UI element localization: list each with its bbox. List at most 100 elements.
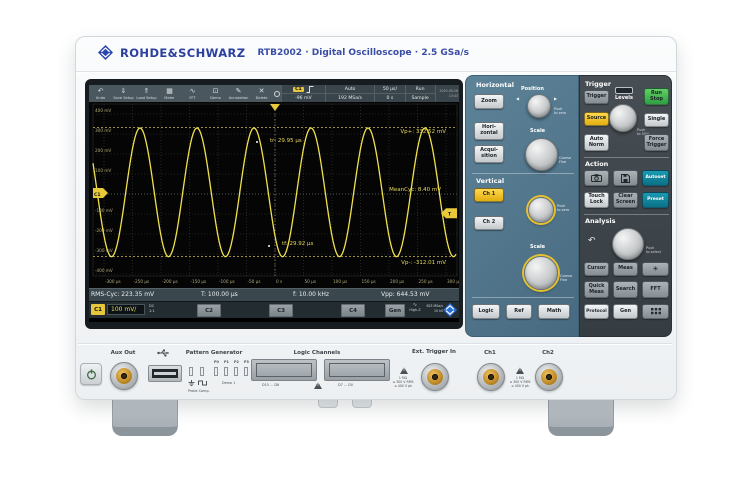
status-run-state[interactable]: Run [406,85,435,93]
oscilloscope-device: ROHDE&SCHWARZ RTB2002 · Digital Oscillos… [75,36,677,400]
status-horizontal-position[interactable]: 0 s [375,93,405,102]
aux-out-connector [110,362,138,390]
channel-warning: 1 MΩ ≤ 300 V RMS ≤ 400 V pk [509,376,531,389]
square-wave-icon [198,380,207,386]
toolbar-item-label: FFT [189,95,196,100]
svg-text:-150 µs: -150 µs [191,279,207,284]
aux-out-label: Aux Out [110,350,136,356]
meas-button[interactable]: Meas [613,262,638,276]
analysis-section-title: Analysis [585,217,616,225]
status-trigger-level[interactable]: -96 mV [282,93,325,102]
svg-text:Vp+: 332.52 mV: Vp+: 332.52 mV [400,129,446,135]
vertical-position-knob[interactable] [528,197,554,223]
toolbar-annotation[interactable]: ✎ Annotation [227,85,250,102]
autoset-button[interactable]: Autoset [642,170,669,186]
quick-meas-button[interactable]: Quick Meas [584,281,609,298]
back-arrow-icon[interactable]: ↶ [588,236,596,246]
protocol-button[interactable]: Protocol [584,304,609,319]
svg-text:250 µs: 250 µs [419,279,433,284]
vertical-scale-label: Scale [530,244,546,250]
status-timebase[interactable]: 50 µs/ [375,85,404,93]
toolbar-demo[interactable]: ⊡ Demo [204,85,227,102]
channel-badge-c4[interactable]: C4 [341,304,365,317]
svg-text:MeanCyc: 8.40 mV: MeanCyc: 8.40 mV [389,187,441,193]
toolbar-delete[interactable]: ✕ Delete [250,85,273,102]
svg-text:-100 µs: -100 µs [219,279,235,284]
ref-button[interactable]: Ref [506,304,532,319]
trigger-source-button[interactable]: Source [584,112,609,126]
channel-badge-c2[interactable]: C2 [197,304,221,317]
gen-button[interactable]: Gen [613,304,638,319]
power-button[interactable] [80,363,102,385]
svg-text:100 mV: 100 mV [95,168,111,173]
meter-icon: ▦ [166,86,173,95]
math-button[interactable]: Math [538,304,570,319]
navigation-knob[interactable] [612,228,644,260]
channel-badge-c1[interactable]: C1 [91,304,105,315]
vertical-scale-knob[interactable] [524,256,558,290]
horizontal-position-hint: Push to zero [554,107,567,116]
pattern-pin-label: P1 [224,360,229,364]
trigger-menu-button[interactable]: Trigger [584,90,609,104]
ch2-connector [535,363,563,391]
logic-pod2-connector [324,359,390,381]
save-recall-button[interactable] [613,170,638,186]
touchscreen[interactable]: ↶ Undo ⇓ Save Setup ⇑ Load Setup ▦ Meter ∿ FFT ⊡ De… [89,85,459,322]
auto-norm-button[interactable]: Auto Norm [584,134,609,151]
acquisition-button[interactable]: Acqui- sition [474,145,504,163]
section-divider [584,214,669,215]
pattern-pin-label: P2 [234,360,239,364]
status-acquisition-mode[interactable]: Sample [405,93,435,102]
svg-text:100 µs: 100 µs [333,279,347,284]
touch-lock-button[interactable]: Touch Lock [584,192,609,208]
intensity-button[interactable]: ☀ [642,262,669,276]
svg-text:-300 mV: -300 mV [95,248,113,253]
demo-label: Demo 1 [222,381,236,385]
keypad-button[interactable] [642,304,669,319]
gen-load: High-Z [409,307,421,312]
gen-badge[interactable]: Gen [385,304,405,317]
ch2-button[interactable]: Ch 2 [474,216,504,230]
toolbar-load-setup[interactable]: ⇑ Load Setup [135,85,158,102]
run-stop-button[interactable]: Run Stop [644,88,669,105]
ext-trigger-warning: 1 MΩ ≤ 300 V RMS ≤ 400 V pk [392,376,414,389]
cursor-button[interactable]: Cursor [584,262,609,276]
graticule-svg: -300 µs -250 µs -200 µs -150 µs -100 µs -50 µ… [92,103,459,284]
fft-button[interactable]: FFT [642,281,669,298]
toolbar-save-setup[interactable]: ⇓ Save Setup [112,85,135,102]
channel-badge-c3[interactable]: C3 [269,304,293,317]
toolbar-fft[interactable]: ∿ FFT [181,85,204,102]
horizontal-position-knob[interactable] [527,94,551,118]
horizontal-scale-hint: Coarse Fine [559,156,572,165]
ext-trigger-label: Ext. Trigger In [412,349,456,355]
search-button[interactable]: Search [613,281,638,298]
probe-ratio: 1:1 [149,308,155,313]
single-button[interactable]: Single [644,113,669,127]
horizontal-menu-button[interactable]: Hori- zontal [474,122,504,140]
status-sample-rate[interactable]: 192 MSa/s [325,93,375,102]
status-trigger-source[interactable]: C1 [282,85,325,93]
clear-screen-button[interactable]: Clear Screen [613,192,638,208]
trigger-levels-label: Levels [615,95,633,101]
graticule[interactable]: -300 µs -250 µs -200 µs -150 µs -100 µs -50 µ… [89,102,459,288]
svg-text:0 s: 0 s [276,279,282,284]
channel-c1-scale[interactable]: 100 mV/ [107,304,145,315]
zoom-button[interactable]: Zoom [474,94,504,109]
screenshot-button[interactable] [584,170,609,186]
navigation-knob-hint: Push to select [646,246,662,255]
ch1-button[interactable]: Ch 1 [474,188,504,202]
toolbar-undo[interactable]: ↶ Undo [89,85,112,102]
logic-button[interactable]: Logic [472,304,500,319]
preset-button[interactable]: Preset [642,192,669,208]
panel-horizontal-vertical: Horizontal Zoom Position ◀ ▶ Push to zer… [465,75,579,337]
acquisition-info: 625 MSa/s 10 kS [423,304,443,314]
trigger-slope-icon [306,85,314,93]
trigger-level-knob[interactable] [609,104,637,132]
force-trigger-button[interactable]: Force Trigger [644,134,669,151]
toolbar-meter[interactable]: ▦ Meter [158,85,181,102]
horizontal-scale-knob[interactable] [525,138,558,171]
toolbar-item-label: Annotation [228,95,249,100]
rs-menu-button[interactable] [443,303,457,317]
brand-name: ROHDE&SCHWARZ [120,45,246,60]
status-trigger-mode[interactable]: Auto [326,85,375,93]
